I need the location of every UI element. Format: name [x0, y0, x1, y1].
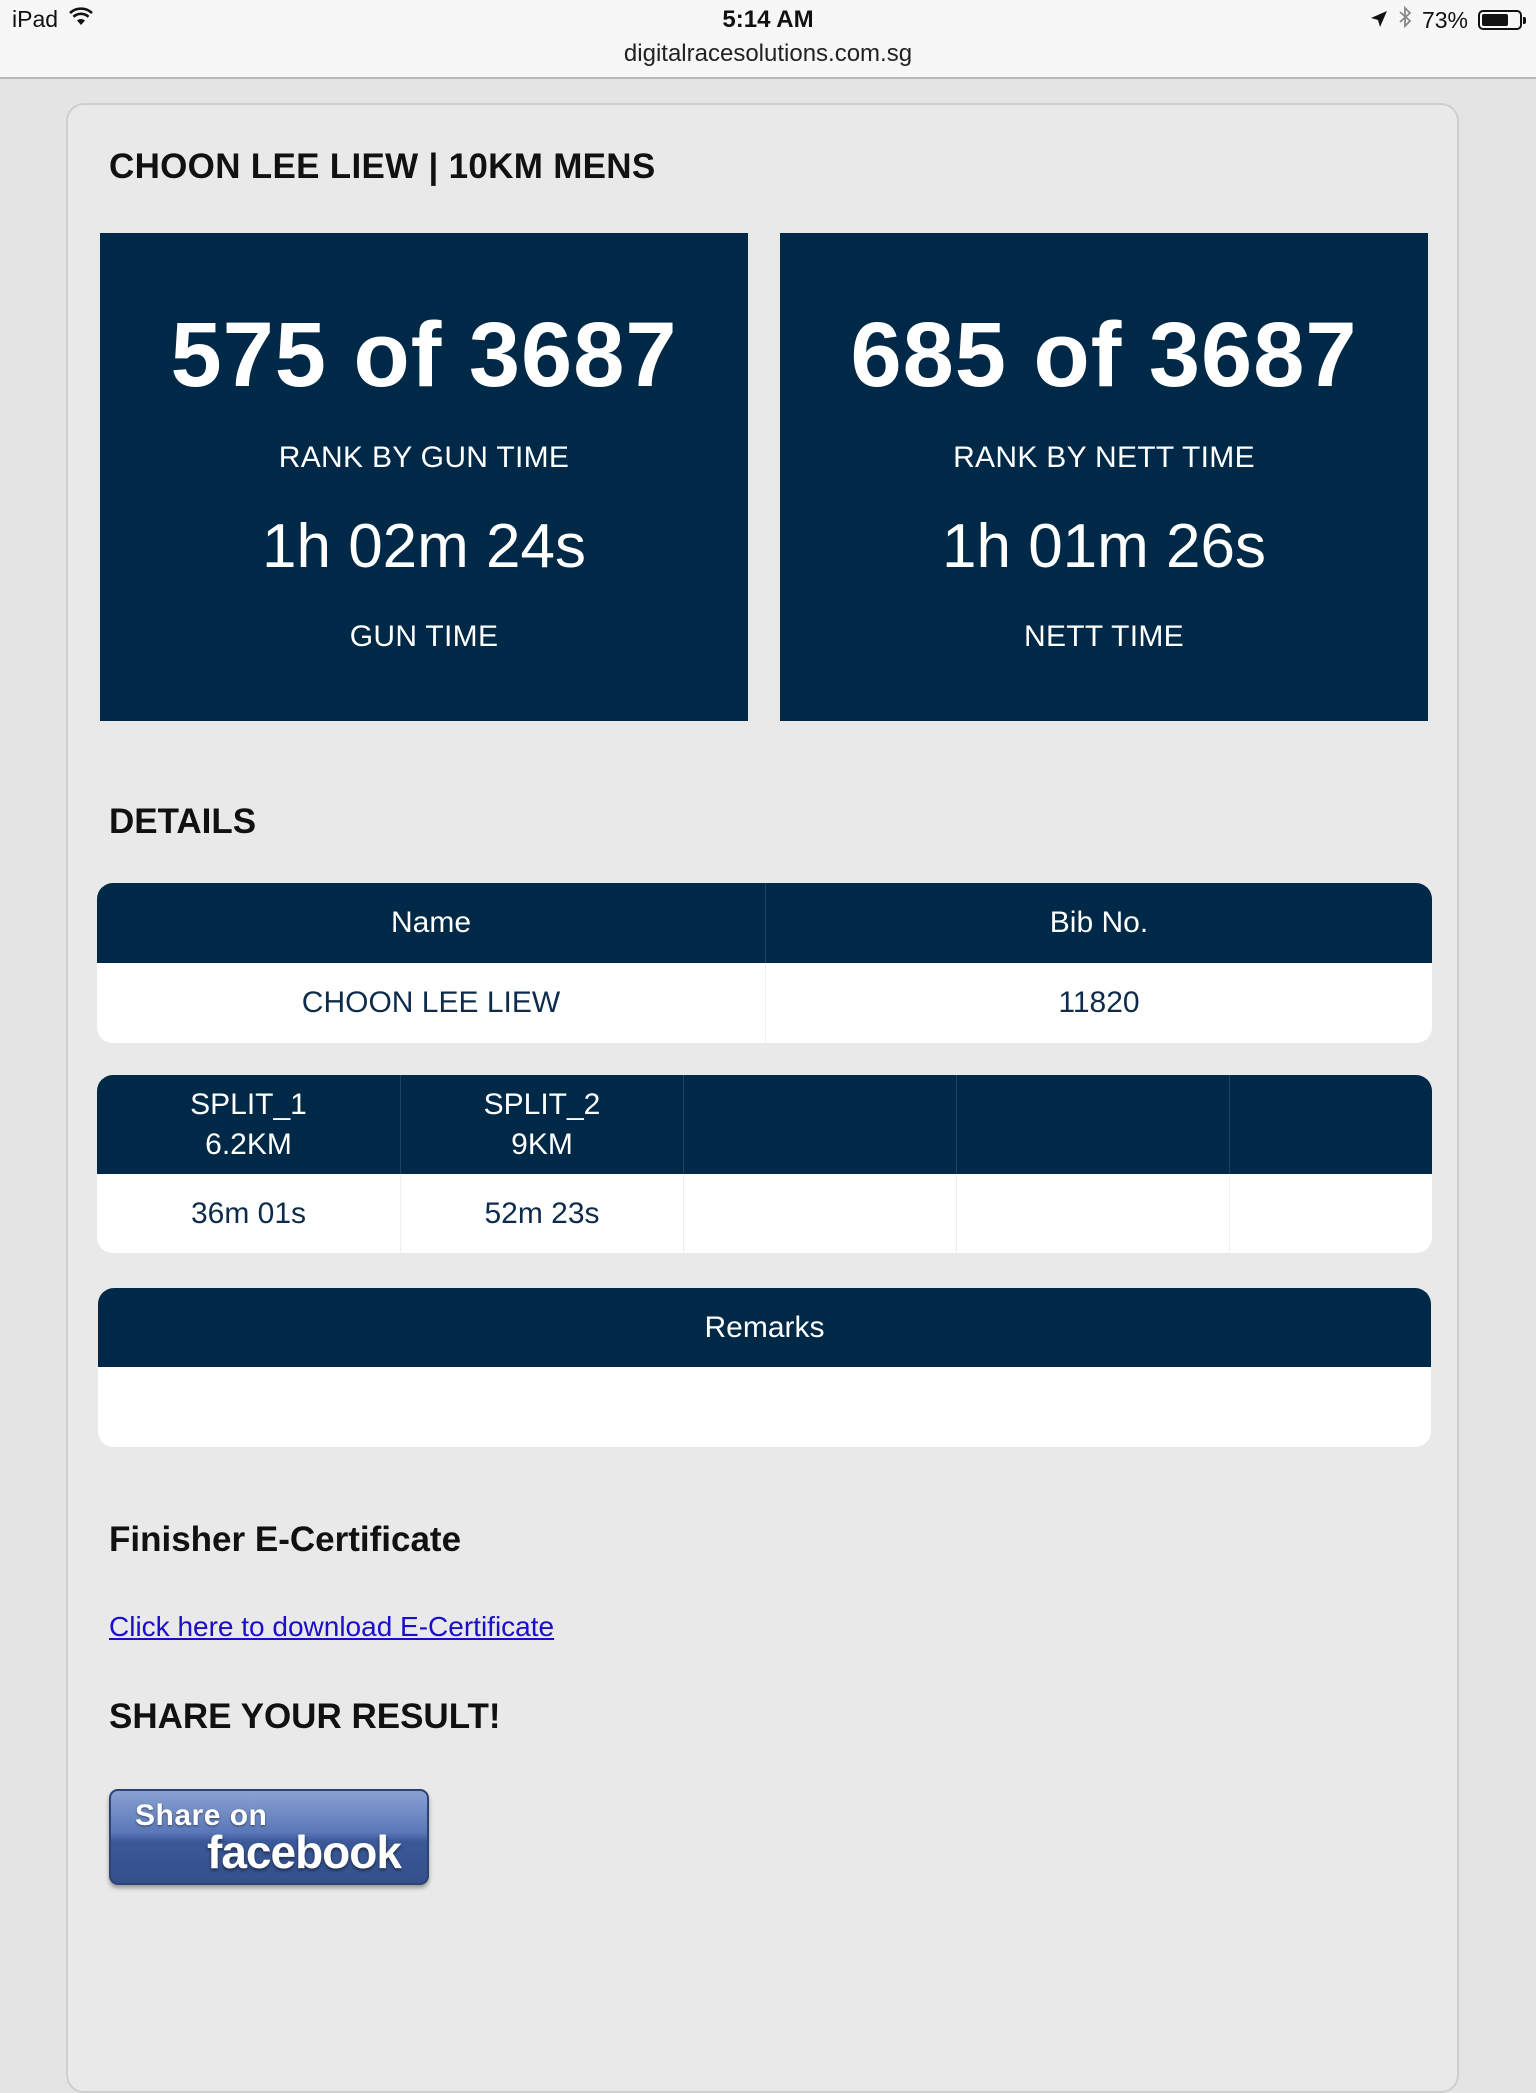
certificate-heading: Finisher E-Certificate: [109, 1520, 462, 1559]
nett-time-box: 685 of 3687 RANK BY NETT TIME 1h 01m 26s…: [780, 233, 1428, 721]
bluetooth-icon: [1398, 5, 1412, 34]
result-card: CHOON LEE LIEW | 10KM MENS 575 of 3687 R…: [66, 103, 1459, 2093]
cell-remarks: [98, 1367, 1431, 1447]
header-empty-3: [683, 1075, 956, 1174]
details-table: Name Bib No. CHOON LEE LIEW 11820: [97, 883, 1432, 1043]
split-2-name: SPLIT_2: [483, 1087, 601, 1121]
cell-bib: 11820: [765, 963, 1432, 1043]
facebook-logo-text: facebook: [207, 1826, 402, 1878]
split-2-distance: 9KM: [511, 1127, 573, 1161]
share-heading: SHARE YOUR RESULT!: [109, 1697, 501, 1736]
details-table-header: Name Bib No.: [97, 883, 1432, 963]
battery-percent: 73%: [1421, 6, 1468, 33]
battery-fill: [1482, 14, 1509, 26]
table-row: CHOON LEE LIEW 11820: [97, 963, 1432, 1043]
cell-empty-5: [1229, 1174, 1432, 1253]
nett-rank: 685 of 3687: [850, 304, 1358, 406]
details-heading: DETAILS: [109, 802, 257, 841]
battery-icon: [1478, 10, 1526, 30]
table-row: 36m 01s 52m 23s: [97, 1174, 1432, 1253]
header-empty-5: [1229, 1075, 1432, 1174]
header-empty-4: [956, 1075, 1229, 1174]
split-1-name: SPLIT_1: [190, 1087, 307, 1121]
cell-empty-3: [683, 1174, 956, 1253]
header-split-1: SPLIT_1 6.2KM: [97, 1075, 400, 1174]
gun-time: 1h 02m 24s: [262, 512, 586, 581]
download-certificate-link[interactable]: Click here to download E-Certificate: [109, 1611, 554, 1643]
facebook-share-button[interactable]: Share on facebook: [109, 1789, 429, 1885]
splits-table: SPLIT_1 6.2KM SPLIT_2 9KM 36m 01s 52m 23…: [97, 1075, 1432, 1253]
gun-time-box: 575 of 3687 RANK BY GUN TIME 1h 02m 24s …: [100, 233, 748, 721]
nett-time-label: NETT TIME: [1024, 620, 1184, 653]
header-bib: Bib No.: [765, 883, 1432, 963]
cell-split-1: 36m 01s: [190, 1196, 307, 1230]
gun-time-label: GUN TIME: [349, 620, 499, 653]
location-arrow-icon: [1370, 7, 1388, 34]
header-split-2: SPLIT_2 9KM: [400, 1075, 683, 1174]
status-right: 73%: [1370, 5, 1526, 34]
split-1-distance: 6.2KM: [205, 1127, 292, 1161]
nett-rank-label: RANK BY NETT TIME: [953, 441, 1255, 474]
page-title: CHOON LEE LIEW | 10KM MENS: [109, 147, 656, 186]
header-remarks: Remarks: [704, 1310, 825, 1344]
cell-name: CHOON LEE LIEW: [301, 986, 561, 1019]
cell-split-2: 52m 23s: [400, 1174, 683, 1253]
header-name: Name: [390, 906, 472, 939]
splits-table-header: SPLIT_1 6.2KM SPLIT_2 9KM: [97, 1075, 1432, 1174]
address-bar[interactable]: digitalracesolutions.com.sg: [0, 40, 1536, 68]
remarks-table-header: Remarks: [98, 1288, 1431, 1367]
gun-rank: 575 of 3687: [170, 304, 678, 406]
cell-empty-4: [956, 1174, 1229, 1253]
nett-time: 1h 01m 26s: [942, 512, 1266, 581]
remarks-table: Remarks: [98, 1288, 1431, 1447]
table-row: [98, 1367, 1431, 1447]
gun-rank-label: RANK BY GUN TIME: [278, 441, 570, 474]
status-bar: iPad 5:14 AM digitalracesolutions.com.sg…: [0, 0, 1536, 79]
status-time: 5:14 AM: [722, 6, 814, 33]
